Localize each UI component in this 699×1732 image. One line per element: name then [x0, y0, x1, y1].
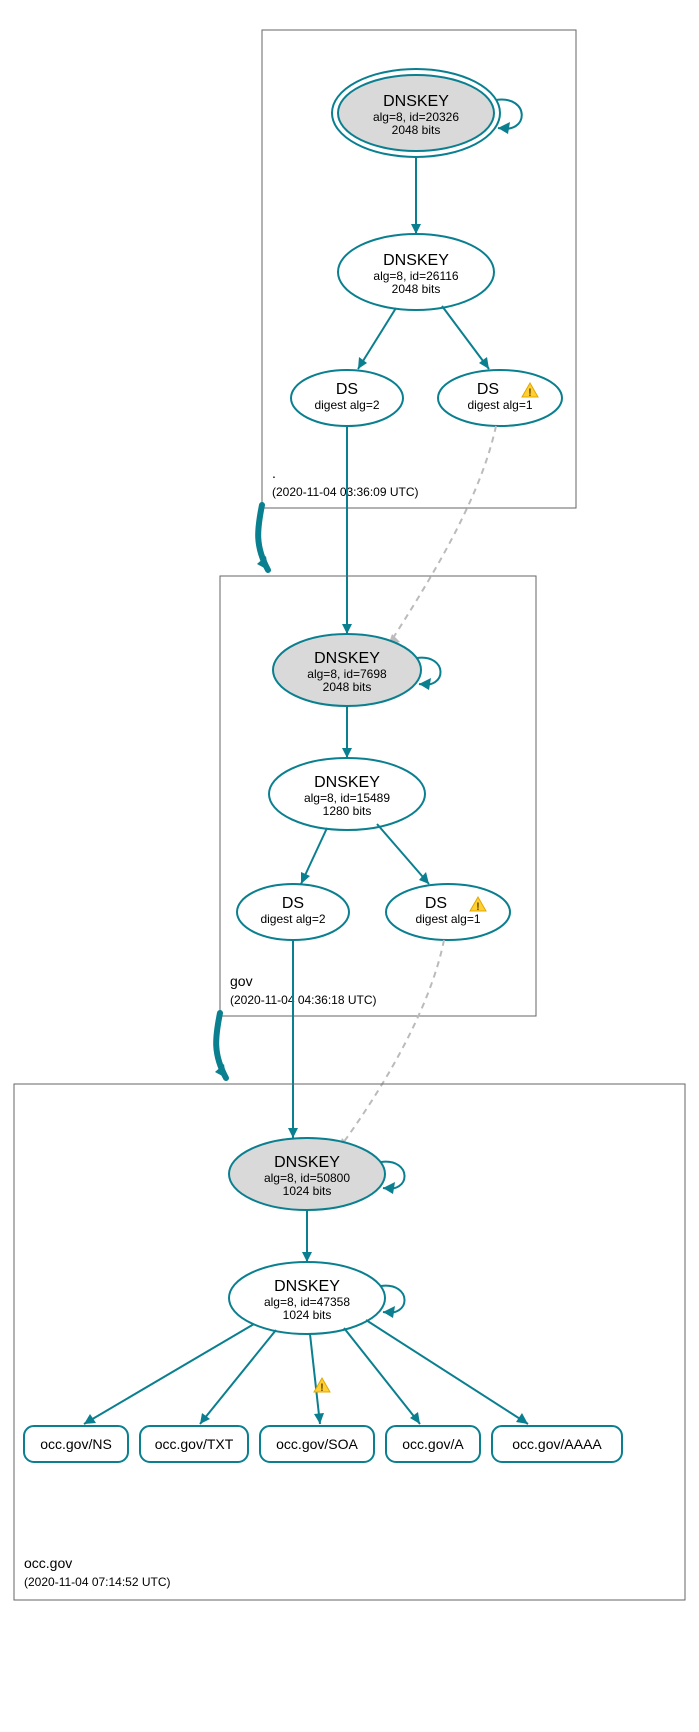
svg-text:alg=8, id=47358: alg=8, id=47358 [264, 1295, 350, 1309]
svg-text:occ.gov/TXT: occ.gov/TXT [155, 1436, 234, 1452]
edge-govzsk-ds2 [377, 824, 429, 884]
svg-text:alg=8, id=50800: alg=8, id=50800 [264, 1171, 350, 1185]
node-root-ds-alg1: DS digest alg=1 ! [438, 370, 562, 426]
edge-zsk-a [344, 1328, 420, 1424]
svg-text:alg=8, id=7698: alg=8, id=7698 [307, 667, 387, 681]
edge-zsk-aaaa [366, 1320, 528, 1424]
svg-text:1280 bits: 1280 bits [323, 804, 372, 818]
svg-text:occ.gov/A: occ.gov/A [402, 1436, 464, 1452]
node-gov-zsk: DNSKEY alg=8, id=15489 1280 bits [269, 758, 425, 830]
svg-text:DNSKEY: DNSKEY [383, 252, 449, 269]
svg-text:!: ! [320, 1382, 324, 1394]
svg-text:!: ! [528, 387, 532, 399]
svg-text:DNSKEY: DNSKEY [314, 774, 380, 791]
svg-text:1024 bits: 1024 bits [283, 1308, 332, 1322]
svg-text:alg=8, id=20326: alg=8, id=20326 [373, 110, 459, 124]
node-gov-ds-alg1: DS digest alg=1 ! [386, 884, 510, 940]
svg-text:DS: DS [425, 895, 447, 912]
dnssec-chain-diagram: . (2020-11-04 03:36:09 UTC) DNSKEY alg=8… [0, 0, 699, 1732]
edge-govds2-occksk [338, 940, 444, 1150]
edge-zsk-soa [310, 1334, 320, 1424]
node-root-zsk: DNSKEY alg=8, id=26116 2048 bits [338, 234, 494, 310]
svg-text:DNSKEY: DNSKEY [383, 93, 449, 110]
svg-text:digest alg=2: digest alg=2 [260, 912, 325, 926]
node-occ-ksk: DNSKEY alg=8, id=50800 1024 bits [229, 1138, 385, 1210]
edge-rootzsk-ds2 [442, 306, 489, 369]
svg-text:!: ! [476, 901, 480, 913]
edge-rootds2-govksk [388, 426, 496, 646]
svg-text:digest alg=2: digest alg=2 [314, 398, 379, 412]
svg-text:occ.gov/NS: occ.gov/NS [40, 1436, 112, 1452]
svg-text:DS: DS [336, 381, 358, 398]
svg-text:DNSKEY: DNSKEY [314, 650, 380, 667]
svg-text:2048 bits: 2048 bits [323, 680, 372, 694]
svg-text:occ.gov/SOA: occ.gov/SOA [276, 1436, 358, 1452]
node-root-ds-alg2: DS digest alg=2 [291, 370, 403, 426]
svg-text:DNSKEY: DNSKEY [274, 1154, 340, 1171]
rrset-ns: occ.gov/NS [24, 1426, 128, 1462]
edge-rootzsk-ds1 [358, 308, 396, 369]
zone-ts-root: (2020-11-04 03:36:09 UTC) [272, 485, 419, 499]
svg-text:DS: DS [282, 895, 304, 912]
svg-text:digest alg=1: digest alg=1 [467, 398, 532, 412]
rrset-a: occ.gov/A [386, 1426, 480, 1462]
zone-label-gov: gov [230, 973, 253, 989]
svg-text:digest alg=1: digest alg=1 [415, 912, 480, 926]
zone-label-occ: occ.gov [24, 1555, 72, 1571]
zone-label-root: . [272, 465, 276, 481]
svg-text:occ.gov/AAAA: occ.gov/AAAA [512, 1436, 602, 1452]
zone-ts-gov: (2020-11-04 04:36:18 UTC) [230, 993, 377, 1007]
svg-text:1024 bits: 1024 bits [283, 1184, 332, 1198]
svg-text:2048 bits: 2048 bits [392, 123, 441, 137]
rrset-aaaa: occ.gov/AAAA [492, 1426, 622, 1462]
svg-text:alg=8, id=26116: alg=8, id=26116 [373, 269, 459, 283]
node-gov-ds-alg2: DS digest alg=2 [237, 884, 349, 940]
edge-zsk-txt [200, 1330, 276, 1424]
rrset-txt: occ.gov/TXT [140, 1426, 248, 1462]
node-occ-zsk: DNSKEY alg=8, id=47358 1024 bits [229, 1262, 385, 1334]
svg-text:2048 bits: 2048 bits [392, 282, 441, 296]
svg-text:alg=8, id=15489: alg=8, id=15489 [304, 791, 390, 805]
svg-text:DNSKEY: DNSKEY [274, 1278, 340, 1295]
zone-ts-occ: (2020-11-04 07:14:52 UTC) [24, 1575, 171, 1589]
rrset-soa: occ.gov/SOA [260, 1426, 374, 1462]
node-gov-ksk: DNSKEY alg=8, id=7698 2048 bits [273, 634, 421, 706]
node-root-ksk: DNSKEY alg=8, id=20326 2048 bits [332, 69, 500, 157]
edge-zsk-ns [84, 1324, 254, 1424]
svg-text:DS: DS [477, 381, 499, 398]
